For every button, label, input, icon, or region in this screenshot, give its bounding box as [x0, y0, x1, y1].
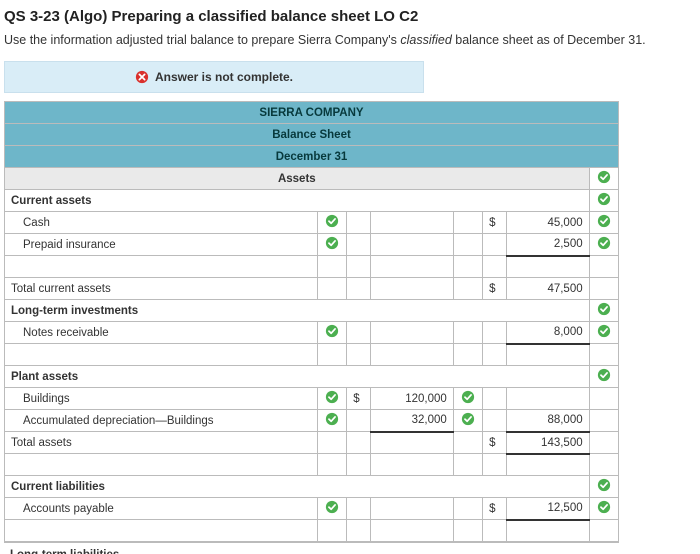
- check-circle-icon: [597, 368, 611, 382]
- row-ta-label: Total assets: [5, 432, 318, 454]
- check-circle-icon: [597, 170, 611, 184]
- instruction-em: classified: [400, 33, 451, 47]
- check-circle-icon: [461, 390, 475, 404]
- instruction-text: Use the information adjusted trial balan…: [0, 33, 700, 61]
- dollar-sign: $: [483, 212, 507, 234]
- balance-sheet-table: SIERRA COMPANY Balance Sheet December 31…: [4, 101, 619, 542]
- row-tca-label: Total current assets: [5, 278, 318, 300]
- row-ta-value: 143,500: [507, 432, 590, 454]
- row-plant[interactable]: Plant assets: [5, 366, 590, 388]
- dollar-sign: $: [483, 278, 507, 300]
- row-build-value[interactable]: 120,000: [371, 388, 454, 410]
- check-circle-icon: [461, 412, 475, 426]
- row-blank[interactable]: [5, 344, 318, 366]
- dollar-sign: $: [347, 388, 371, 410]
- check-circle-icon: [597, 236, 611, 250]
- instruction-pre: Use the information adjusted trial balan…: [4, 33, 400, 47]
- row-cash-value[interactable]: 45,000: [507, 212, 590, 234]
- status-banner: Answer is not complete.: [4, 61, 424, 93]
- row-notes-value[interactable]: 8,000: [507, 322, 590, 344]
- row-prepaid-value[interactable]: 2,500: [507, 234, 590, 256]
- check-circle-icon: [597, 324, 611, 338]
- row-cash-label[interactable]: Cash: [5, 212, 318, 234]
- row-build-label[interactable]: Buildings: [5, 388, 318, 410]
- row-ap-label[interactable]: Accounts payable: [5, 498, 318, 520]
- page-title: QS 3-23 (Algo) Preparing a classified ba…: [0, 0, 700, 33]
- x-circle-icon: [135, 70, 149, 84]
- row-ap-value[interactable]: 12,500: [507, 498, 590, 520]
- row-cl[interactable]: Current liabilities: [5, 476, 590, 498]
- check-circle-icon: [597, 192, 611, 206]
- check-circle-icon: [325, 214, 339, 228]
- check-circle-icon: [597, 302, 611, 316]
- hdr-stmt: Balance Sheet: [5, 124, 619, 146]
- check-circle-icon: [325, 236, 339, 250]
- hdr-date: December 31: [5, 146, 619, 168]
- section-assets: Assets: [5, 168, 590, 190]
- dollar-sign: $: [483, 498, 507, 520]
- check-circle-icon: [325, 390, 339, 404]
- instruction-post: balance sheet as of December 31.: [452, 33, 646, 47]
- row-accdep-value[interactable]: 32,000: [371, 410, 454, 432]
- row-netplant-value: 88,000: [507, 410, 590, 432]
- check-circle-icon: [597, 500, 611, 514]
- check-circle-icon: [597, 478, 611, 492]
- hdr-company: SIERRA COMPANY: [5, 102, 619, 124]
- row-accdep-label[interactable]: Accumulated depreciation—Buildings: [5, 410, 318, 432]
- row-blank[interactable]: [5, 520, 318, 542]
- row-blank[interactable]: [5, 256, 318, 278]
- row-tca-value: 47,500: [507, 278, 590, 300]
- check-circle-icon: [597, 214, 611, 228]
- cell-check: [589, 168, 618, 190]
- check-circle-icon: [325, 412, 339, 426]
- row-notes-label[interactable]: Notes receivable: [5, 322, 318, 344]
- row-blank[interactable]: [5, 454, 318, 476]
- row-current-assets[interactable]: Current assets: [5, 190, 590, 212]
- row-lti[interactable]: Long-term investments: [5, 300, 590, 322]
- banner-text: Answer is not complete.: [155, 70, 293, 84]
- check-circle-icon: [325, 324, 339, 338]
- row-ltl-cutoff: Long-term liabilities: [4, 542, 619, 554]
- row-prepaid-label[interactable]: Prepaid insurance: [5, 234, 318, 256]
- check-circle-icon: [325, 500, 339, 514]
- dollar-sign: $: [483, 432, 507, 454]
